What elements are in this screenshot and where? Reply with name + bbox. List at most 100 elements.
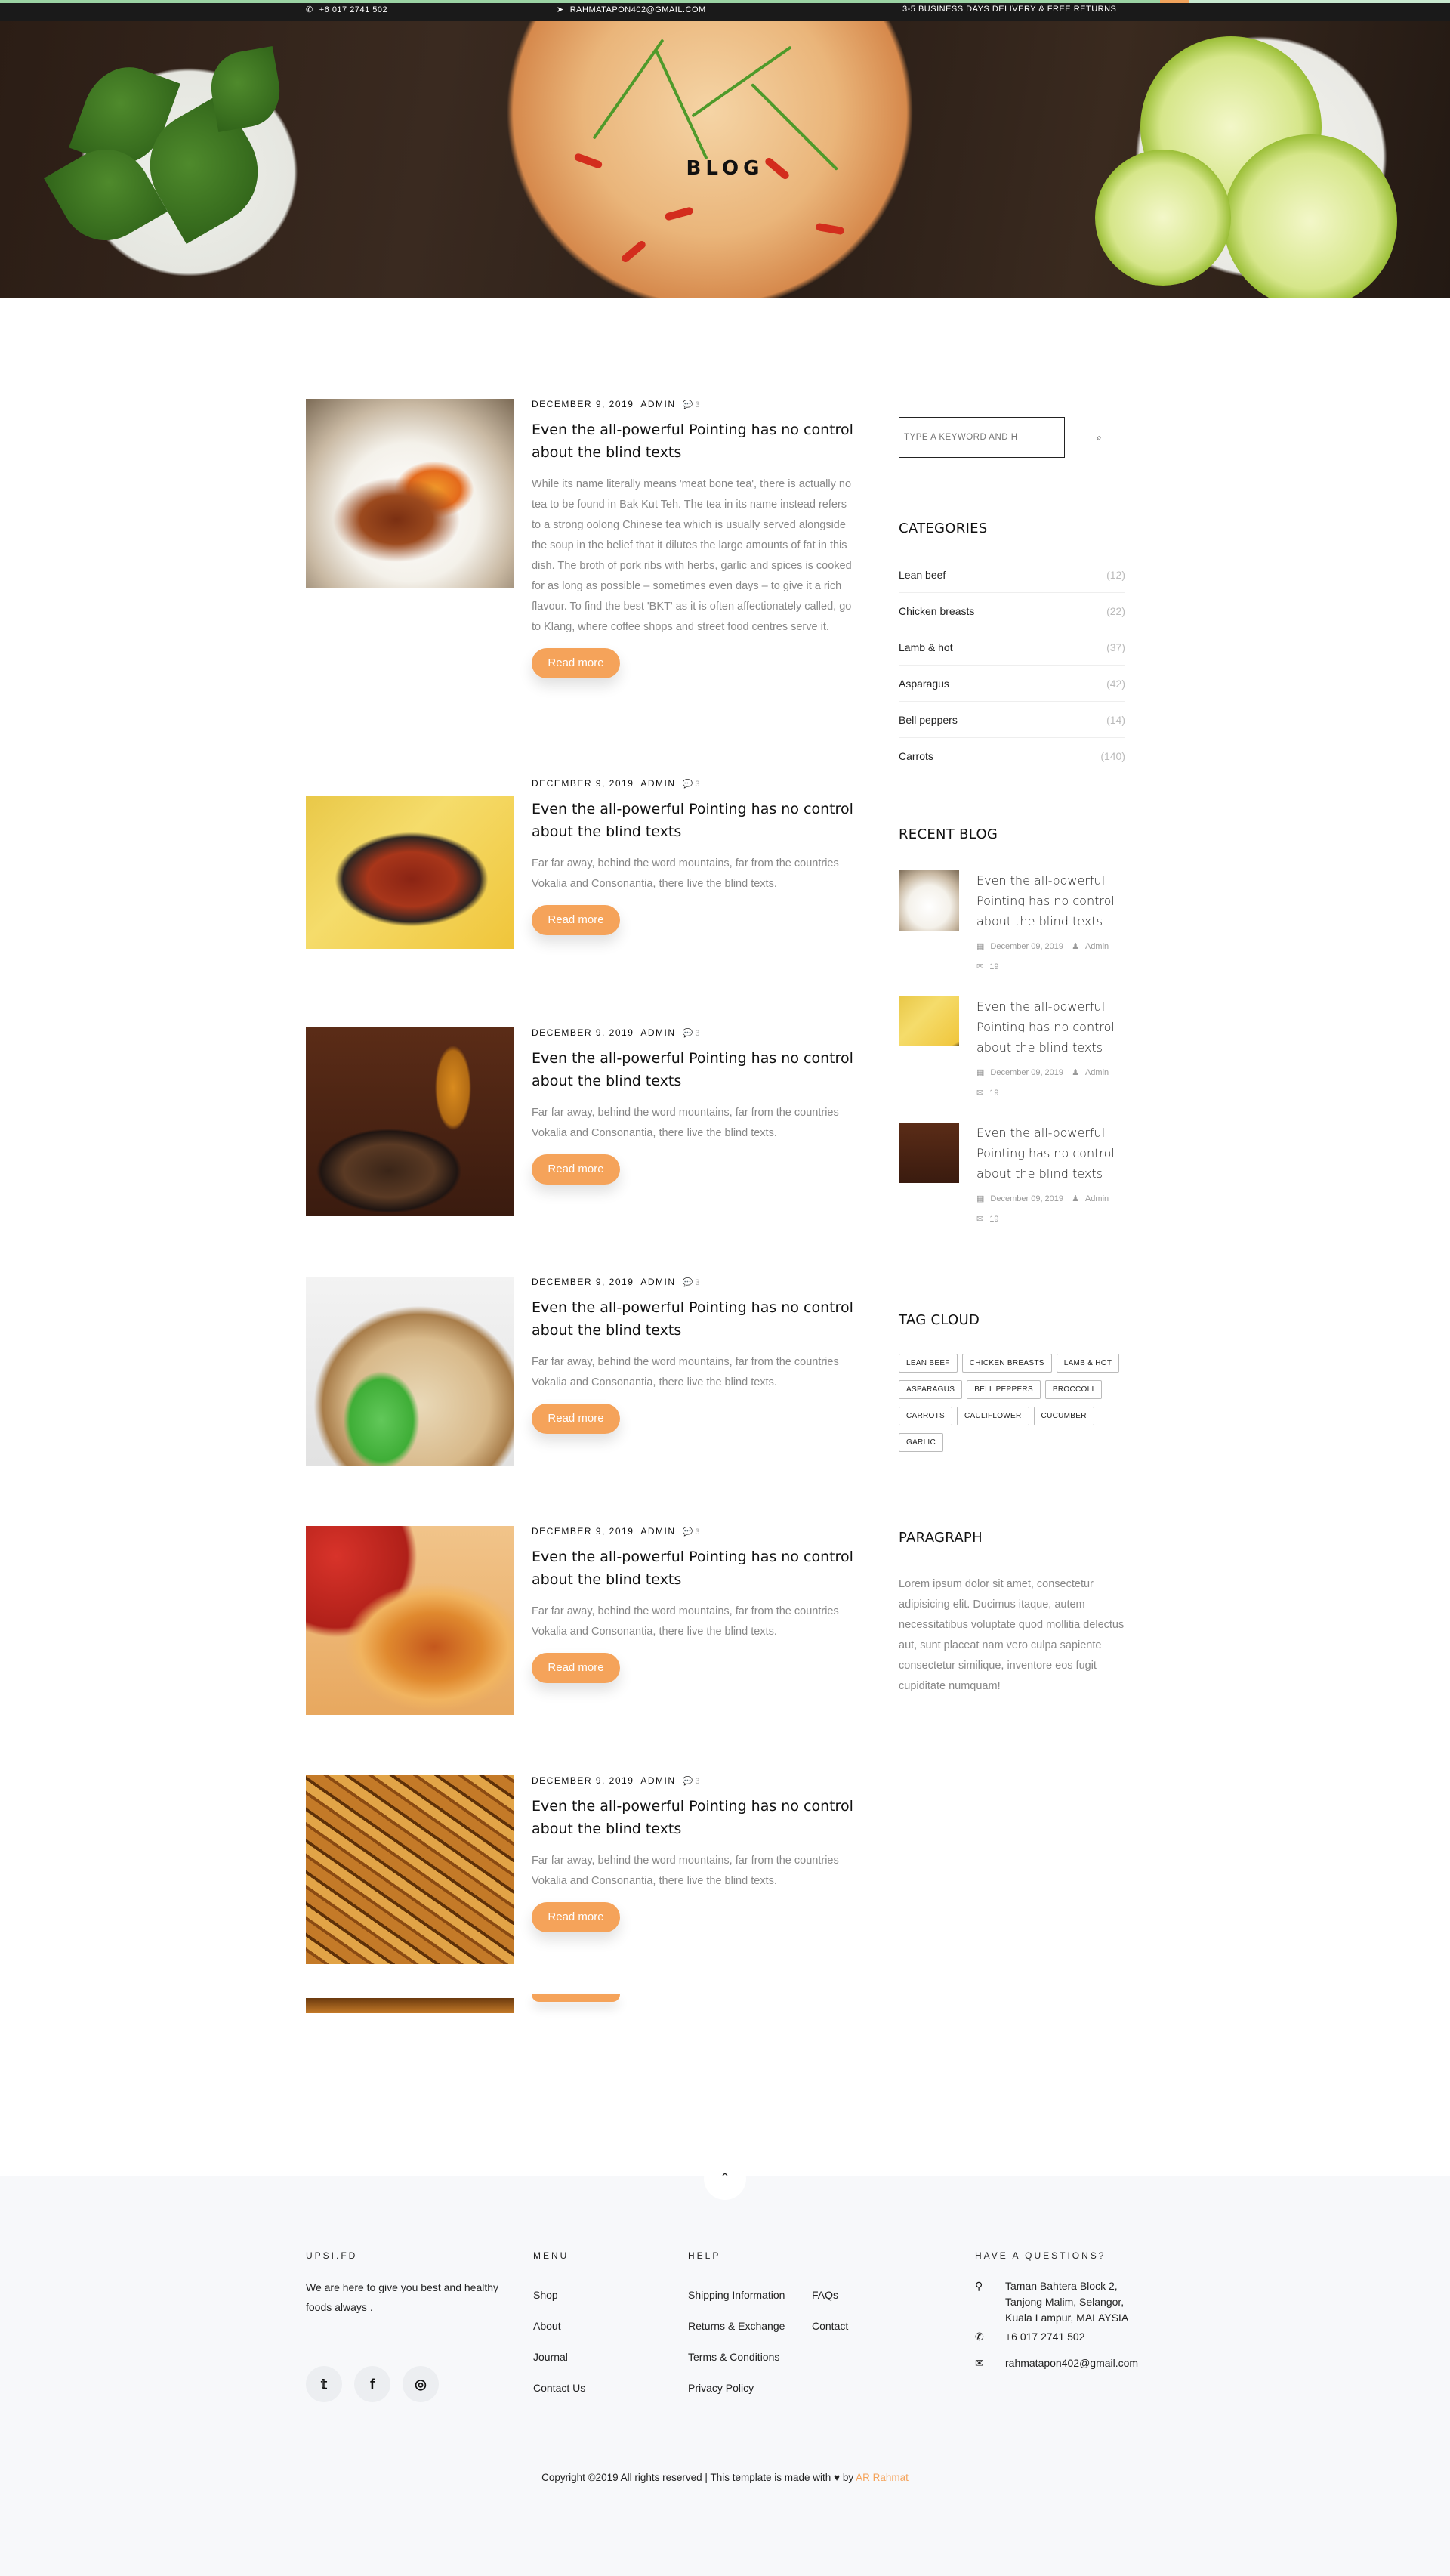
post-date[interactable]: DECEMBER 9, 2019 <box>532 1277 634 1287</box>
calendar-icon: ▦ <box>976 1194 985 1203</box>
recent-blog-title-link[interactable]: Even the all-powerful Pointing has no co… <box>976 1123 1128 1184</box>
recent-blog-thumbnail[interactable] <box>899 870 959 931</box>
post-thumbnail[interactable] <box>306 1775 514 1964</box>
post-title[interactable]: Even the all-powerful Pointing has no co… <box>532 419 856 464</box>
post-title[interactable]: Even the all-powerful Pointing has no co… <box>532 1047 856 1092</box>
copyright-author-link[interactable]: AR Rahmat <box>856 2472 909 2483</box>
footer-link-terms[interactable]: Terms & Conditions <box>688 2351 779 2363</box>
category-item[interactable]: Carrots (140) <box>899 738 1125 774</box>
footer-link-returns[interactable]: Returns & Exchange <box>688 2320 785 2332</box>
category-item[interactable]: Lean beef (12) <box>899 557 1125 593</box>
recent-blog-date: December 09, 2019 <box>990 942 1064 951</box>
footer-link-contact[interactable]: Contact <box>812 2320 848 2332</box>
topbar-email[interactable]: ➤ RAHMATAPON402@GMAIL.COM <box>557 5 706 15</box>
recent-blog-thumbnail[interactable] <box>899 1123 959 1183</box>
tag[interactable]: BROCCOLI <box>1044 1380 1102 1399</box>
post-date[interactable]: DECEMBER 9, 2019 <box>532 399 634 409</box>
category-name: Lamb & hot <box>899 641 953 653</box>
post-thumbnail[interactable] <box>306 1277 514 1466</box>
post-title[interactable]: Even the all-powerful Pointing has no co… <box>532 1546 856 1591</box>
recent-blog-comments: 19 <box>989 1089 999 1098</box>
search-input[interactable] <box>899 418 1064 457</box>
tag[interactable]: BELL PEPPERS <box>967 1380 1041 1399</box>
post-date[interactable]: DECEMBER 9, 2019 <box>532 1526 634 1537</box>
category-name: Lean beef <box>899 568 946 581</box>
tag[interactable]: LEAN BEEF <box>899 1354 958 1373</box>
facebook-icon[interactable]: f <box>354 2366 390 2402</box>
post-date[interactable]: DECEMBER 9, 2019 <box>532 1027 634 1038</box>
read-more-button[interactable]: Read more <box>532 1902 620 1932</box>
tag[interactable]: CAULIFLOWER <box>957 1407 1029 1425</box>
post-comments[interactable]: 💬 3 <box>683 1776 700 1786</box>
post-meta: DECEMBER 9, 2019 ADMIN 💬 3 <box>532 1775 856 1786</box>
read-more-button-partial[interactable] <box>532 1994 620 2002</box>
category-count: (140) <box>1100 750 1125 762</box>
post-date[interactable]: DECEMBER 9, 2019 <box>532 778 634 789</box>
recent-blog-thumbnail[interactable] <box>899 996 959 1046</box>
post-author[interactable]: ADMIN <box>640 1526 675 1537</box>
category-item[interactable]: Bell peppers (14) <box>899 702 1125 738</box>
footer-link-about[interactable]: About <box>533 2320 561 2332</box>
read-more-button[interactable]: Read more <box>532 905 620 935</box>
tag[interactable]: CHICKEN BREASTS <box>961 1354 1052 1373</box>
post-author[interactable]: ADMIN <box>640 778 675 789</box>
category-item[interactable]: Asparagus (42) <box>899 666 1125 702</box>
footer-link-faqs[interactable]: FAQs <box>812 2289 838 2301</box>
search-icon[interactable]: ⌕ <box>1097 432 1102 443</box>
post-thumbnail[interactable] <box>306 399 514 588</box>
hero-banner: BLOG <box>0 21 1450 298</box>
category-item[interactable]: Chicken breasts (22) <box>899 593 1125 629</box>
post-title[interactable]: Even the all-powerful Pointing has no co… <box>532 798 856 843</box>
footer-link-contact-us[interactable]: Contact Us <box>533 2382 585 2394</box>
recent-blog-title-link[interactable]: Even the all-powerful Pointing has no co… <box>976 996 1128 1058</box>
twitter-icon[interactable]: 𝕥 <box>306 2366 342 2402</box>
post-thumbnail-partial[interactable] <box>306 1998 514 2013</box>
map-pin-icon: ⚲ <box>975 2280 983 2292</box>
post-author[interactable]: ADMIN <box>640 1775 675 1786</box>
read-more-button[interactable]: Read more <box>532 648 620 678</box>
topbar-phone[interactable]: ✆ +6 017 2741 502 <box>306 5 387 15</box>
post-comments[interactable]: 💬 3 <box>683 1028 700 1038</box>
post-comments[interactable]: 💬 3 <box>683 779 700 789</box>
category-item[interactable]: Lamb & hot (37) <box>899 629 1125 666</box>
comment-icon: 💬 <box>682 1527 693 1537</box>
post-thumbnail[interactable] <box>306 1526 514 1715</box>
post-comments[interactable]: 💬 3 <box>683 1277 700 1287</box>
instagram-icon[interactable]: ◎ <box>403 2366 439 2402</box>
read-more-button[interactable]: Read more <box>532 1154 620 1185</box>
read-more-button[interactable]: Read more <box>532 1653 620 1683</box>
post-comments[interactable]: 💬 3 <box>683 400 700 409</box>
tag[interactable]: LAMB & HOT <box>1056 1354 1120 1373</box>
footer-phone-text: +6 017 2741 502 <box>1005 2330 1085 2343</box>
read-more-button[interactable]: Read more <box>532 1404 620 1434</box>
post-excerpt: Far far away, behind the word mountains,… <box>532 1855 839 1887</box>
post-date[interactable]: DECEMBER 9, 2019 <box>532 1775 634 1786</box>
post-thumbnail[interactable] <box>306 1027 514 1216</box>
post-comments[interactable]: 💬 3 <box>683 1527 700 1537</box>
footer-phone[interactable]: ✆ +6 017 2741 502 <box>975 2329 1085 2345</box>
post-author[interactable]: ADMIN <box>640 399 675 409</box>
tag[interactable]: CARROTS <box>899 1407 952 1425</box>
tag[interactable]: ASPARAGUS <box>899 1380 963 1399</box>
footer-link-journal[interactable]: Journal <box>533 2351 568 2363</box>
recent-blog-author: Admin <box>1084 942 1109 951</box>
post-content: DECEMBER 9, 2019 ADMIN 💬 3 Even the all-… <box>532 1775 856 1932</box>
tag[interactable]: CUCUMBER <box>1033 1407 1094 1425</box>
post-thumbnail[interactable] <box>306 796 514 949</box>
post-meta: DECEMBER 9, 2019 ADMIN 💬 3 <box>532 1027 856 1038</box>
footer-contact-title: HAVE A QUESTIONS? <box>975 2250 1106 2261</box>
post-title[interactable]: Even the all-powerful Pointing has no co… <box>532 1296 856 1342</box>
post-author[interactable]: ADMIN <box>640 1027 675 1038</box>
footer-email[interactable]: ✉ rahmatapon402@gmail.com <box>975 2355 1138 2371</box>
scroll-top-button[interactable]: ⌃ <box>704 2157 746 2200</box>
post-author[interactable]: ADMIN <box>640 1277 675 1287</box>
recent-blog-title-link[interactable]: Even the all-powerful Pointing has no co… <box>976 870 1128 931</box>
footer-link-privacy[interactable]: Privacy Policy <box>688 2382 754 2394</box>
category-name: Chicken breasts <box>899 604 975 617</box>
top-bar: ✆ +6 017 2741 502 ➤ RAHMATAPON402@GMAIL.… <box>0 0 1450 21</box>
post-title[interactable]: Even the all-powerful Pointing has no co… <box>532 1795 856 1840</box>
category-count: (14) <box>1106 713 1125 726</box>
footer-link-shipping[interactable]: Shipping Information <box>688 2289 785 2301</box>
tag[interactable]: GARLIC <box>899 1433 944 1452</box>
footer-link-shop[interactable]: Shop <box>533 2289 558 2301</box>
